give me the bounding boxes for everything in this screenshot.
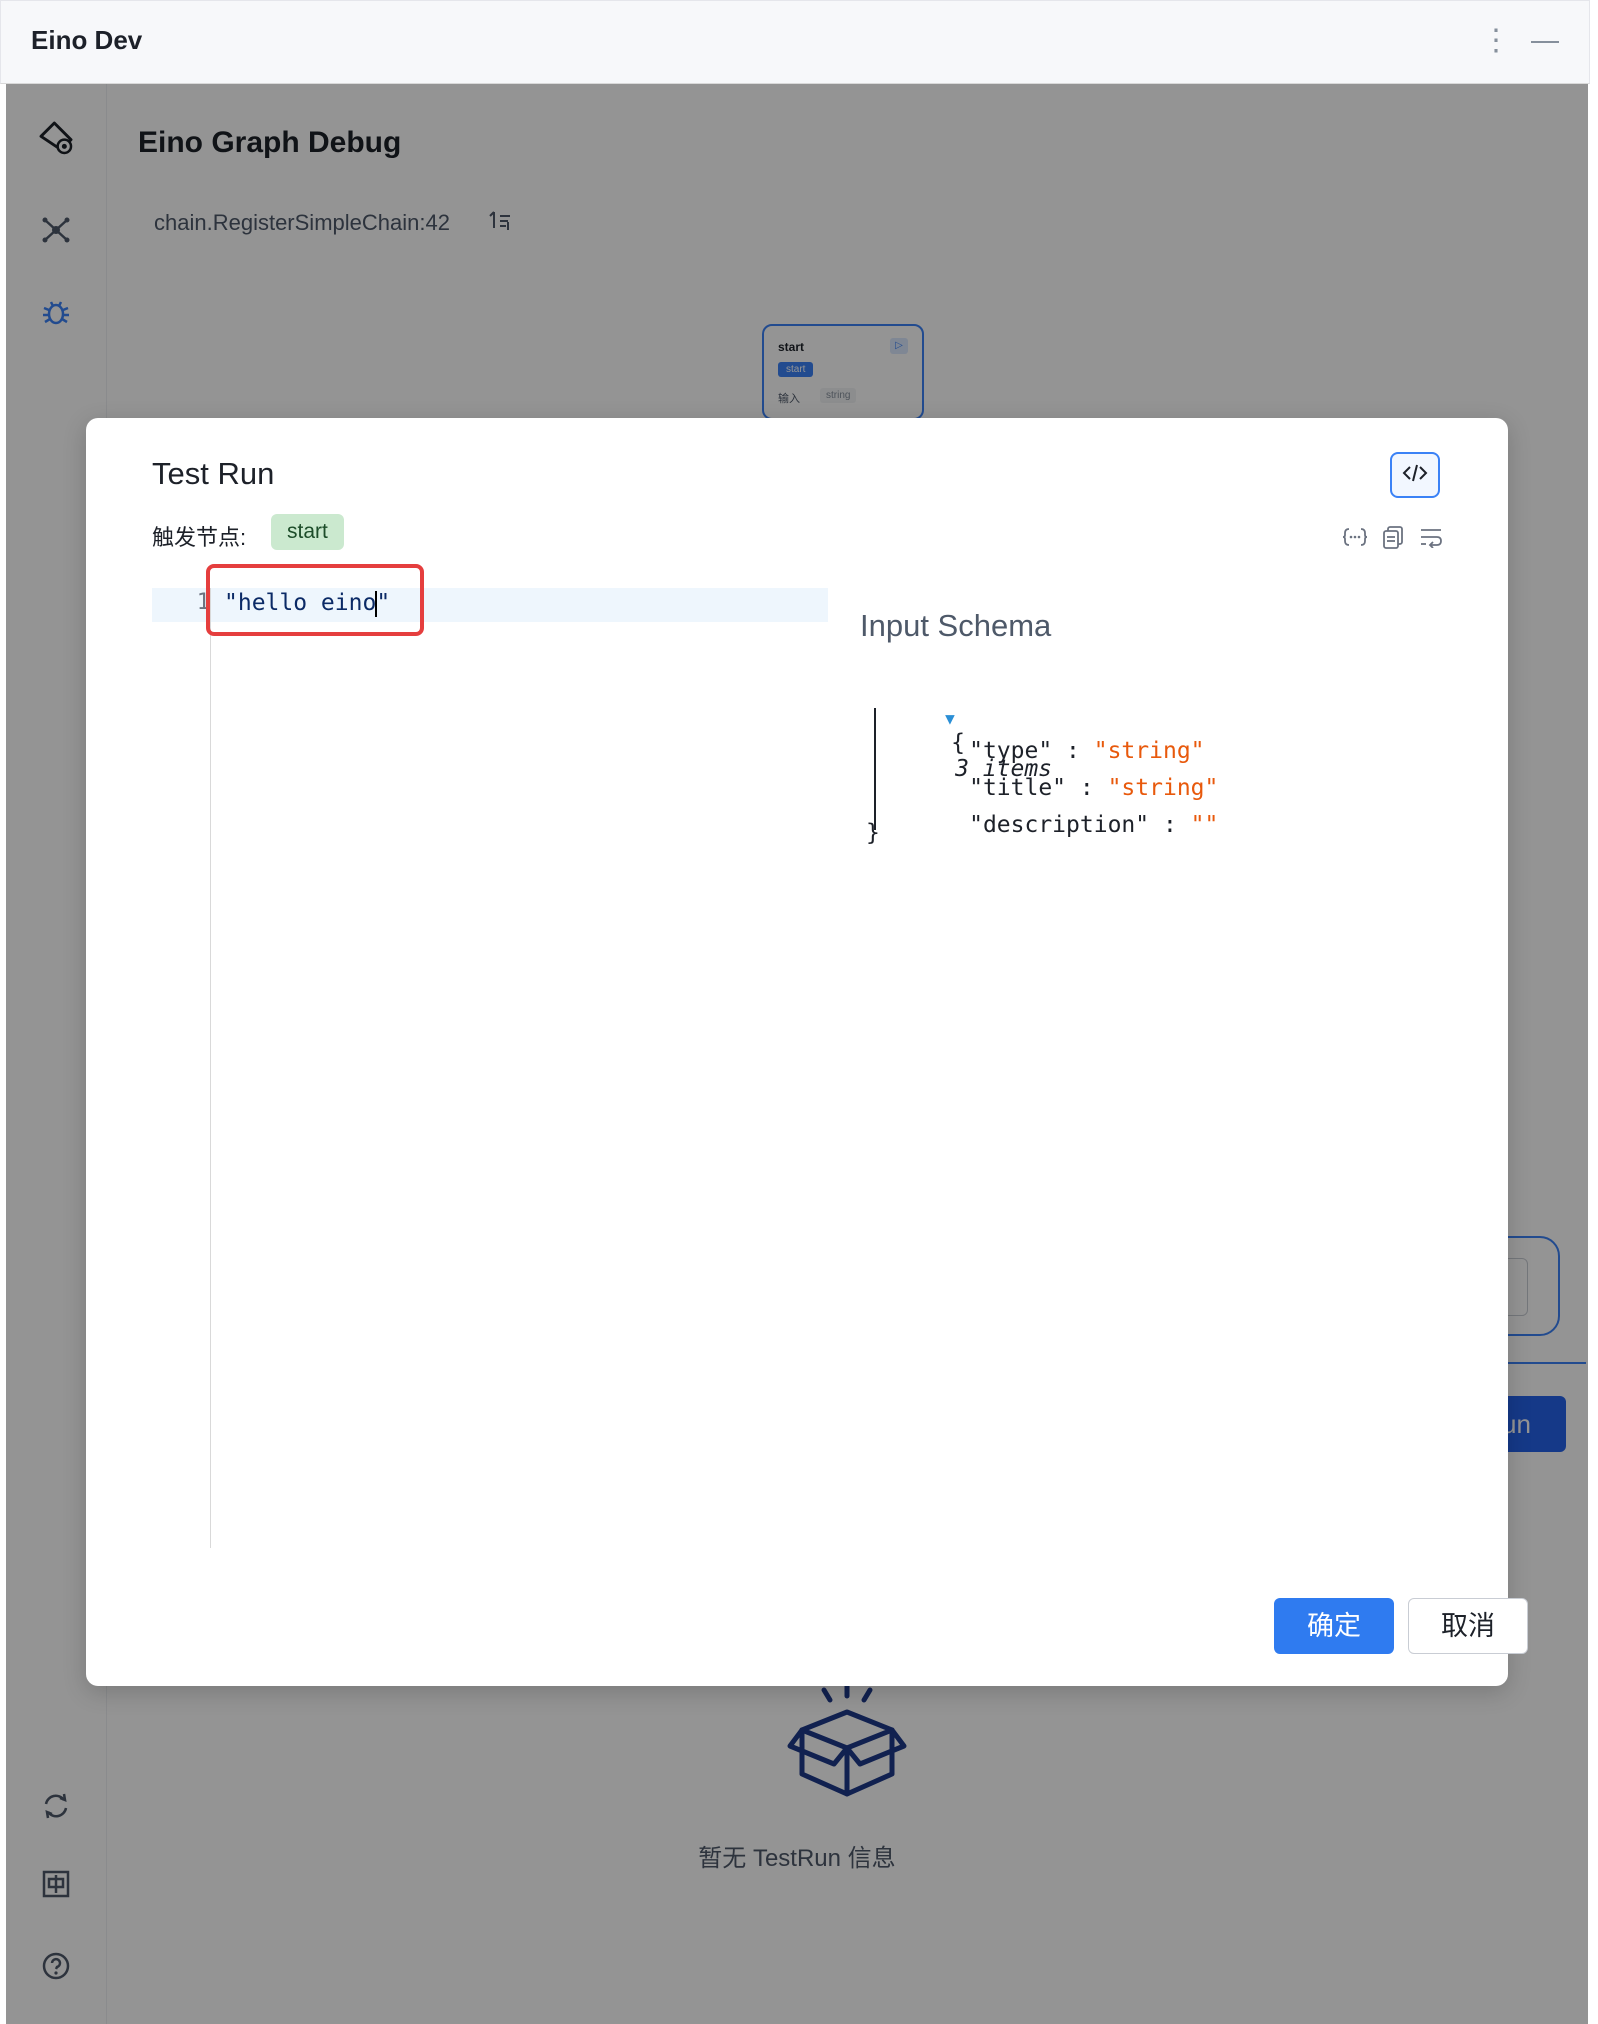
schema-key: "description" <box>969 812 1150 838</box>
window-titlebar: Eino Dev ⋮ <box>0 0 1590 84</box>
line-number: 1 <box>196 590 210 615</box>
editor-toolbar <box>1342 524 1444 550</box>
minimize-icon[interactable] <box>1531 41 1559 43</box>
trigger-node-tag: start <box>271 514 344 550</box>
cancel-button[interactable]: 取消 <box>1408 1598 1528 1654</box>
format-icon[interactable] <box>1342 524 1368 550</box>
schema-title: Input Schema <box>860 608 1052 643</box>
trigger-node-label: 触发节点: <box>152 525 247 550</box>
confirm-button[interactable]: 确定 <box>1274 1598 1394 1654</box>
more-menu-icon[interactable]: ⋮ <box>1481 21 1511 61</box>
copy-icon[interactable] <box>1380 524 1406 550</box>
test-run-dialog: Test Run 触发节点: start 1 "hello eino" Inpu… <box>86 418 1528 1686</box>
schema-close-brace: } <box>866 820 880 846</box>
editor-gutter <box>210 588 211 1548</box>
annotation-highlight-box <box>206 564 424 636</box>
code-view-icon <box>1402 462 1428 489</box>
schema-separator: : <box>1149 812 1191 838</box>
wrap-icon[interactable] <box>1418 524 1444 550</box>
window-title: Eino Dev <box>31 25 143 55</box>
schema-value: "" <box>1190 812 1219 838</box>
code-view-button[interactable] <box>1390 452 1440 498</box>
schema-row: "description" : "" <box>886 786 1218 864</box>
dialog-title: Test Run <box>152 456 275 491</box>
